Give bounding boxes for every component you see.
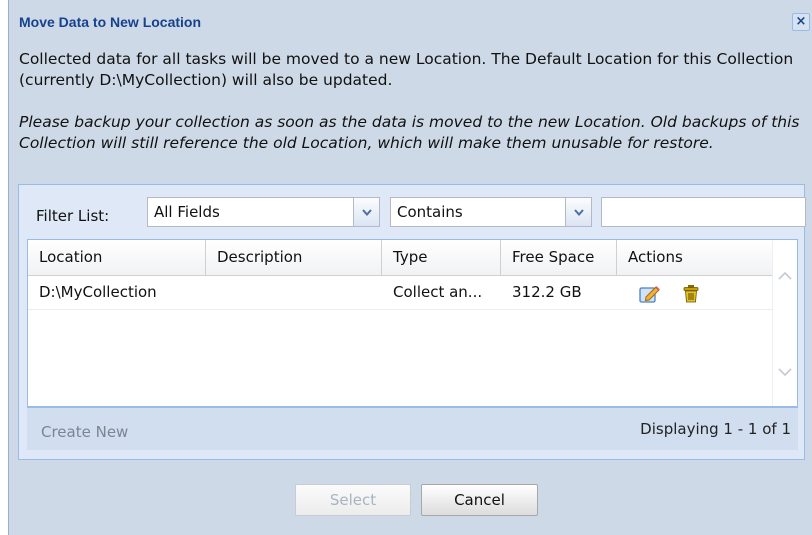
- grid-toolbar: Create New Displaying 1 - 1 of 1: [27, 407, 798, 450]
- table-row[interactable]: D:\MyCollection Collect an... 312.2 GB: [28, 276, 773, 310]
- cell-actions: [617, 276, 773, 309]
- chevron-down-icon[interactable]: [353, 198, 379, 226]
- dialog-title: Move Data to New Location: [19, 14, 202, 30]
- chevron-down-icon[interactable]: [565, 198, 591, 226]
- backup-warning-text: Please backup your collection as soon as…: [19, 113, 800, 152]
- column-header-type[interactable]: Type: [382, 240, 501, 275]
- move-info-text: Collected data for all tasks will be mov…: [19, 50, 794, 89]
- column-header-free-space[interactable]: Free Space: [501, 240, 617, 275]
- filter-search-input[interactable]: [601, 197, 806, 227]
- filter-label: Filter List:: [36, 207, 110, 225]
- grid-scrollbar[interactable]: [772, 240, 797, 406]
- column-header-actions[interactable]: Actions: [617, 240, 773, 275]
- cell-type: Collect an...: [393, 283, 483, 301]
- filter-operator-value: Contains: [397, 203, 463, 221]
- cell-free-space: 312.2 GB: [512, 283, 582, 301]
- grid-header: Location Description Type Free Space Act…: [28, 240, 773, 276]
- cell-location: D:\MyCollection: [39, 283, 157, 301]
- filter-field-value: All Fields: [154, 203, 220, 221]
- cell-description: [206, 276, 382, 309]
- chevron-up-icon[interactable]: [777, 268, 793, 284]
- chevron-down-icon[interactable]: [777, 364, 793, 380]
- move-data-dialog: Move Data to New Location × Collected da…: [8, 0, 812, 535]
- paging-info: Displaying 1 - 1 of 1: [640, 420, 791, 438]
- column-header-description[interactable]: Description: [206, 240, 382, 275]
- locations-panel: Filter List: All Fields Contains Locatio…: [18, 184, 806, 460]
- trash-icon[interactable]: [682, 283, 700, 309]
- dialog-titlebar[interactable]: Move Data to New Location ×: [9, 0, 812, 31]
- column-header-location[interactable]: Location: [28, 240, 206, 275]
- close-button[interactable]: ×: [792, 13, 810, 31]
- select-button[interactable]: Select: [295, 484, 411, 516]
- dialog-message-area: Collected data for all tasks will be mov…: [19, 49, 804, 154]
- edit-icon[interactable]: [639, 283, 661, 309]
- create-new-link[interactable]: Create New: [41, 423, 128, 441]
- cancel-button[interactable]: Cancel: [421, 484, 538, 516]
- locations-grid: Location Description Type Free Space Act…: [27, 239, 798, 407]
- filter-field-select[interactable]: All Fields: [147, 197, 380, 227]
- filter-operator-select[interactable]: Contains: [390, 197, 592, 227]
